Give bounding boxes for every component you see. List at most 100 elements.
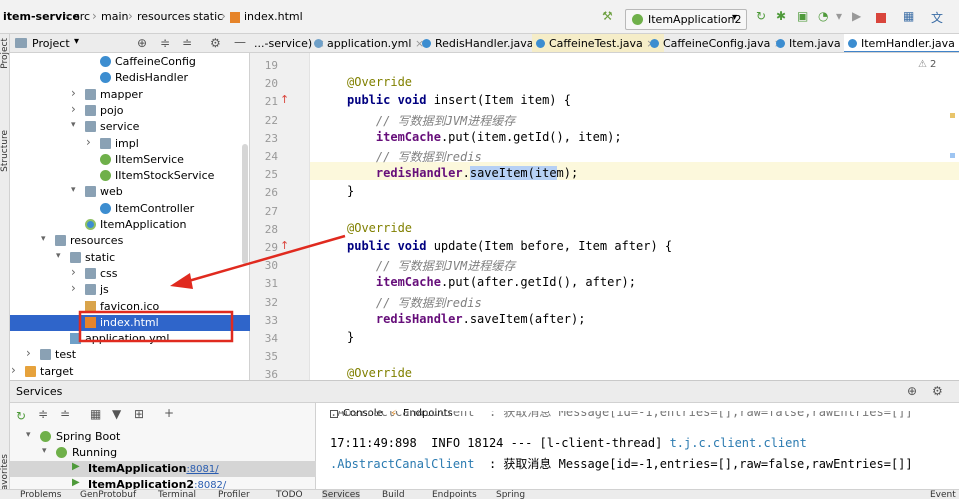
chevron-down-icon[interactable]: ▾ (41, 234, 46, 244)
tree-item[interactable]: application.yml (10, 331, 250, 347)
translate-icon[interactable]: 文 (931, 9, 943, 26)
new-tab-icon[interactable]: ⊞ (134, 407, 144, 421)
console-logger-name: t.j.c.client.client (669, 436, 807, 450)
breadcrumb-item[interactable]: resources (137, 10, 190, 23)
editor-tab[interactable]: CaffeineTest.java × (532, 34, 664, 52)
close-icon[interactable]: × (955, 37, 959, 50)
override-marker-icon[interactable]: ↑ (280, 239, 289, 252)
gear-icon[interactable]: ⚙ (210, 36, 221, 50)
expand-all-icon[interactable]: ≑ (38, 407, 48, 421)
collapse-all-icon[interactable]: ≐ (60, 407, 70, 421)
run-icon[interactable]: ▶ (852, 9, 861, 23)
chevron-right-icon[interactable]: › (11, 363, 16, 377)
tree-item[interactable]: › pojo (10, 102, 250, 119)
debug-icon[interactable]: ✱ (776, 9, 786, 23)
chevron-right-icon[interactable]: › (86, 135, 91, 149)
tree-item[interactable]: index.html (10, 314, 250, 331)
tree-item[interactable]: ItemController (10, 201, 250, 217)
tree-item[interactable]: IItemStockService (10, 168, 250, 184)
bottom-tool-tab[interactable]: Terminal (158, 490, 196, 499)
tree-item[interactable]: › test (10, 346, 250, 363)
tree-item[interactable]: favicon.ico (10, 299, 250, 315)
bottom-tool-tab[interactable]: Profiler (218, 490, 250, 499)
breadcrumb-item[interactable]: static (193, 10, 223, 23)
service-tree-item[interactable]: ▾ Running (10, 445, 316, 461)
structure-tool-tab[interactable]: Structure (0, 130, 10, 172)
override-marker-icon[interactable]: ↑ (280, 93, 289, 106)
scroll-marker (950, 153, 955, 158)
scrollbar[interactable] (242, 144, 248, 264)
gear-icon[interactable]: ⚙ (932, 384, 943, 398)
line-number: 30 (264, 259, 278, 273)
bottom-tool-tab[interactable]: Endpoints (432, 490, 477, 499)
folder-icon (85, 267, 96, 279)
editor-tab[interactable]: application.yml × (310, 34, 432, 52)
bottom-tool-tab[interactable]: Services (322, 490, 360, 499)
bottom-tool-tab[interactable]: Problems (20, 490, 61, 499)
tree-item[interactable]: › impl (10, 135, 250, 152)
more-run-icon[interactable]: ▾ (836, 9, 842, 23)
bottom-tool-tab[interactable]: Build (382, 490, 405, 499)
bottom-tool-tab[interactable]: Spring (496, 490, 525, 499)
add-icon[interactable]: + (164, 406, 174, 420)
group-icon[interactable]: ▦ (90, 407, 101, 421)
expand-all-icon[interactable]: ≑ (160, 36, 170, 50)
rerun-icon[interactable]: ↻ (756, 9, 766, 23)
breadcrumb-item[interactable]: index.html (244, 10, 303, 23)
coverage-icon[interactable]: ▣ (797, 9, 808, 23)
chevron-right-icon[interactable]: › (71, 281, 76, 295)
tree-item[interactable]: ▾ service (10, 119, 250, 135)
chevron-right-icon[interactable]: › (26, 346, 31, 360)
profile-icon[interactable]: ◔ (818, 9, 828, 23)
tree-item[interactable]: IItemService (10, 152, 250, 168)
editor-tab[interactable]: ItemHandler.java × (844, 34, 959, 52)
project-panel-title[interactable]: Project (32, 37, 70, 50)
locate-icon[interactable]: ⊕ (137, 36, 147, 50)
filter-icon[interactable]: ▼ (112, 407, 121, 421)
folder-icon (85, 284, 96, 296)
globe-icon[interactable]: ⊕ (907, 384, 917, 398)
tree-item[interactable]: ▾ resources (10, 233, 250, 249)
tree-item[interactable]: ▾ static (10, 250, 250, 266)
tree-item[interactable]: ▾ web (10, 184, 250, 200)
run-config-select[interactable]: ItemApplication2 ▾ (625, 9, 747, 30)
collapse-all-icon[interactable]: ≐ (182, 36, 192, 50)
hammer-icon[interactable]: ⚒ (602, 9, 613, 23)
tree-item[interactable]: › mapper (10, 86, 250, 103)
bottom-tool-tab[interactable]: GenProtobuf (80, 490, 136, 499)
tree-item-label: js (100, 283, 109, 297)
stop-icon[interactable] (876, 13, 886, 23)
tree-item[interactable]: RedisHandler (10, 70, 250, 86)
chevron-down-icon[interactable]: ▾ (71, 120, 76, 130)
tree-item[interactable]: ItemApplication (10, 217, 250, 233)
service-tree-item[interactable]: ▾ Spring Boot (10, 429, 316, 445)
editor-tab[interactable]: CaffeineConfig.java × (646, 34, 791, 52)
tree-item[interactable]: CaffeineConfig (10, 54, 250, 70)
warning-count: 2 (930, 59, 937, 70)
chevron-right-icon[interactable]: › (71, 265, 76, 279)
port-link[interactable]: :8081/ (186, 464, 218, 475)
code-editor[interactable]: 19 20 21 ↑ 22 23 24 25 26 27 28 29 ↑ 30 31 32 33 34 35 36 @… (250, 53, 959, 381)
chevron-down-icon[interactable]: ▾ (74, 36, 79, 47)
warning-icon[interactable]: ⚠ (918, 59, 927, 70)
bottom-tool-tab[interactable]: TODO (276, 490, 303, 499)
chevron-down-icon[interactable]: ▾ (26, 430, 31, 440)
project-structure-icon[interactable]: ▦ (903, 9, 914, 23)
minimize-icon[interactable]: — (234, 35, 246, 49)
refresh-icon[interactable]: ↻ (16, 409, 26, 423)
chevron-down-icon[interactable]: ▾ (56, 251, 61, 261)
tree-item[interactable]: › target (10, 363, 250, 380)
tree-item[interactable]: › css (10, 265, 250, 282)
breadcrumb-item[interactable]: src (74, 10, 90, 23)
tree-item-label: IItemStockService (115, 169, 215, 183)
class-icon (100, 56, 111, 67)
chevron-down-icon[interactable]: ▾ (71, 185, 76, 195)
chevron-right-icon[interactable]: › (71, 102, 76, 116)
breadcrumb-item[interactable]: main (101, 10, 128, 23)
chevron-right-icon[interactable]: › (71, 86, 76, 100)
chevron-down-icon[interactable]: ▾ (42, 446, 47, 456)
tree-item[interactable]: › js (10, 281, 250, 298)
service-tree-item[interactable]: ▶ ItemApplication:8081/ (10, 461, 316, 477)
bottom-tool-tab[interactable]: Event L (930, 490, 959, 499)
project-tool-tab[interactable]: Project (0, 38, 10, 69)
